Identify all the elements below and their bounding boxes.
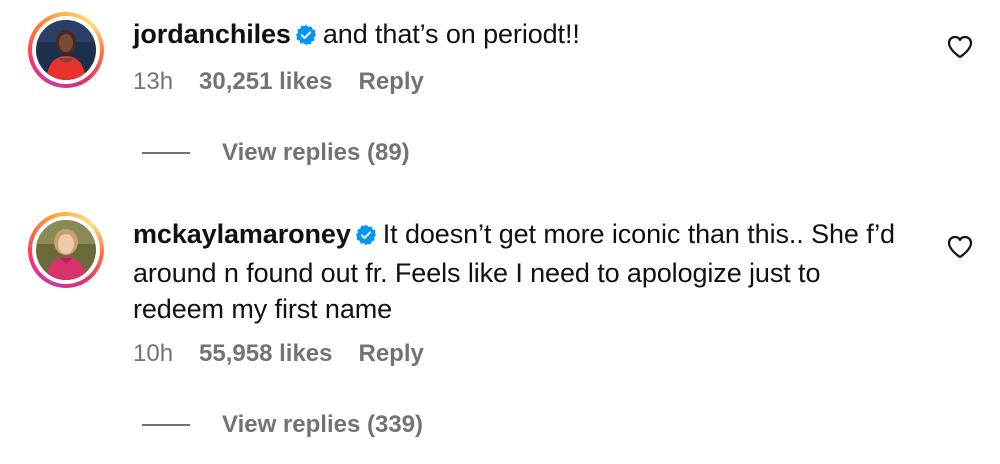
comment-text-block: mckaylamaroney It doesn’t get more iconic…: [133, 216, 913, 327]
view-replies-button[interactable]: View replies (89): [142, 139, 410, 167]
comment-text: and that’s on periodt!!: [322, 19, 580, 49]
avatar-border: [32, 16, 100, 84]
comment-text-block: jordanchiles and that’s on periodt!!: [133, 16, 913, 55]
verified-badge-icon: [295, 19, 317, 55]
comment-username[interactable]: mckaylamaroney: [133, 219, 351, 249]
comment-item: jordanchiles and that’s on periodt!! 13h …: [0, 0, 1000, 200]
story-ring[interactable]: [28, 212, 104, 288]
view-replies-label: View replies (339): [222, 411, 423, 438]
heart-outline-icon[interactable]: [947, 35, 973, 59]
comment-meta: 10h 55,958 likes Reply: [133, 339, 913, 369]
comment-likes-count[interactable]: 30,251 likes: [199, 67, 332, 97]
story-ring[interactable]: [28, 12, 104, 88]
reply-button[interactable]: Reply: [359, 67, 424, 97]
comment-timestamp[interactable]: 13h: [133, 67, 173, 97]
comment-body: jordanchiles and that’s on periodt!! 13h …: [133, 16, 913, 97]
view-replies-label: View replies (89): [222, 139, 410, 166]
comment-timestamp[interactable]: 10h: [133, 339, 173, 369]
view-replies-button[interactable]: View replies (339): [142, 411, 423, 439]
avatar-image: [36, 220, 96, 280]
avatar-image: [36, 20, 96, 80]
avatar[interactable]: [36, 220, 96, 280]
avatar-border: [32, 216, 100, 284]
replies-divider-line: [142, 424, 190, 426]
reply-button[interactable]: Reply: [359, 339, 424, 369]
heart-outline-icon[interactable]: [947, 235, 973, 259]
comment-meta: 13h 30,251 likes Reply: [133, 67, 913, 97]
comment-username[interactable]: jordanchiles: [133, 19, 291, 49]
replies-divider-line: [142, 152, 190, 154]
comment-item: mckaylamaroney It doesn’t get more iconic…: [0, 200, 1000, 464]
comment-body: mckaylamaroney It doesn’t get more iconic…: [133, 216, 913, 369]
verified-badge-icon: [355, 219, 377, 255]
comment-likes-count[interactable]: 55,958 likes: [199, 339, 332, 369]
avatar[interactable]: [36, 20, 96, 80]
